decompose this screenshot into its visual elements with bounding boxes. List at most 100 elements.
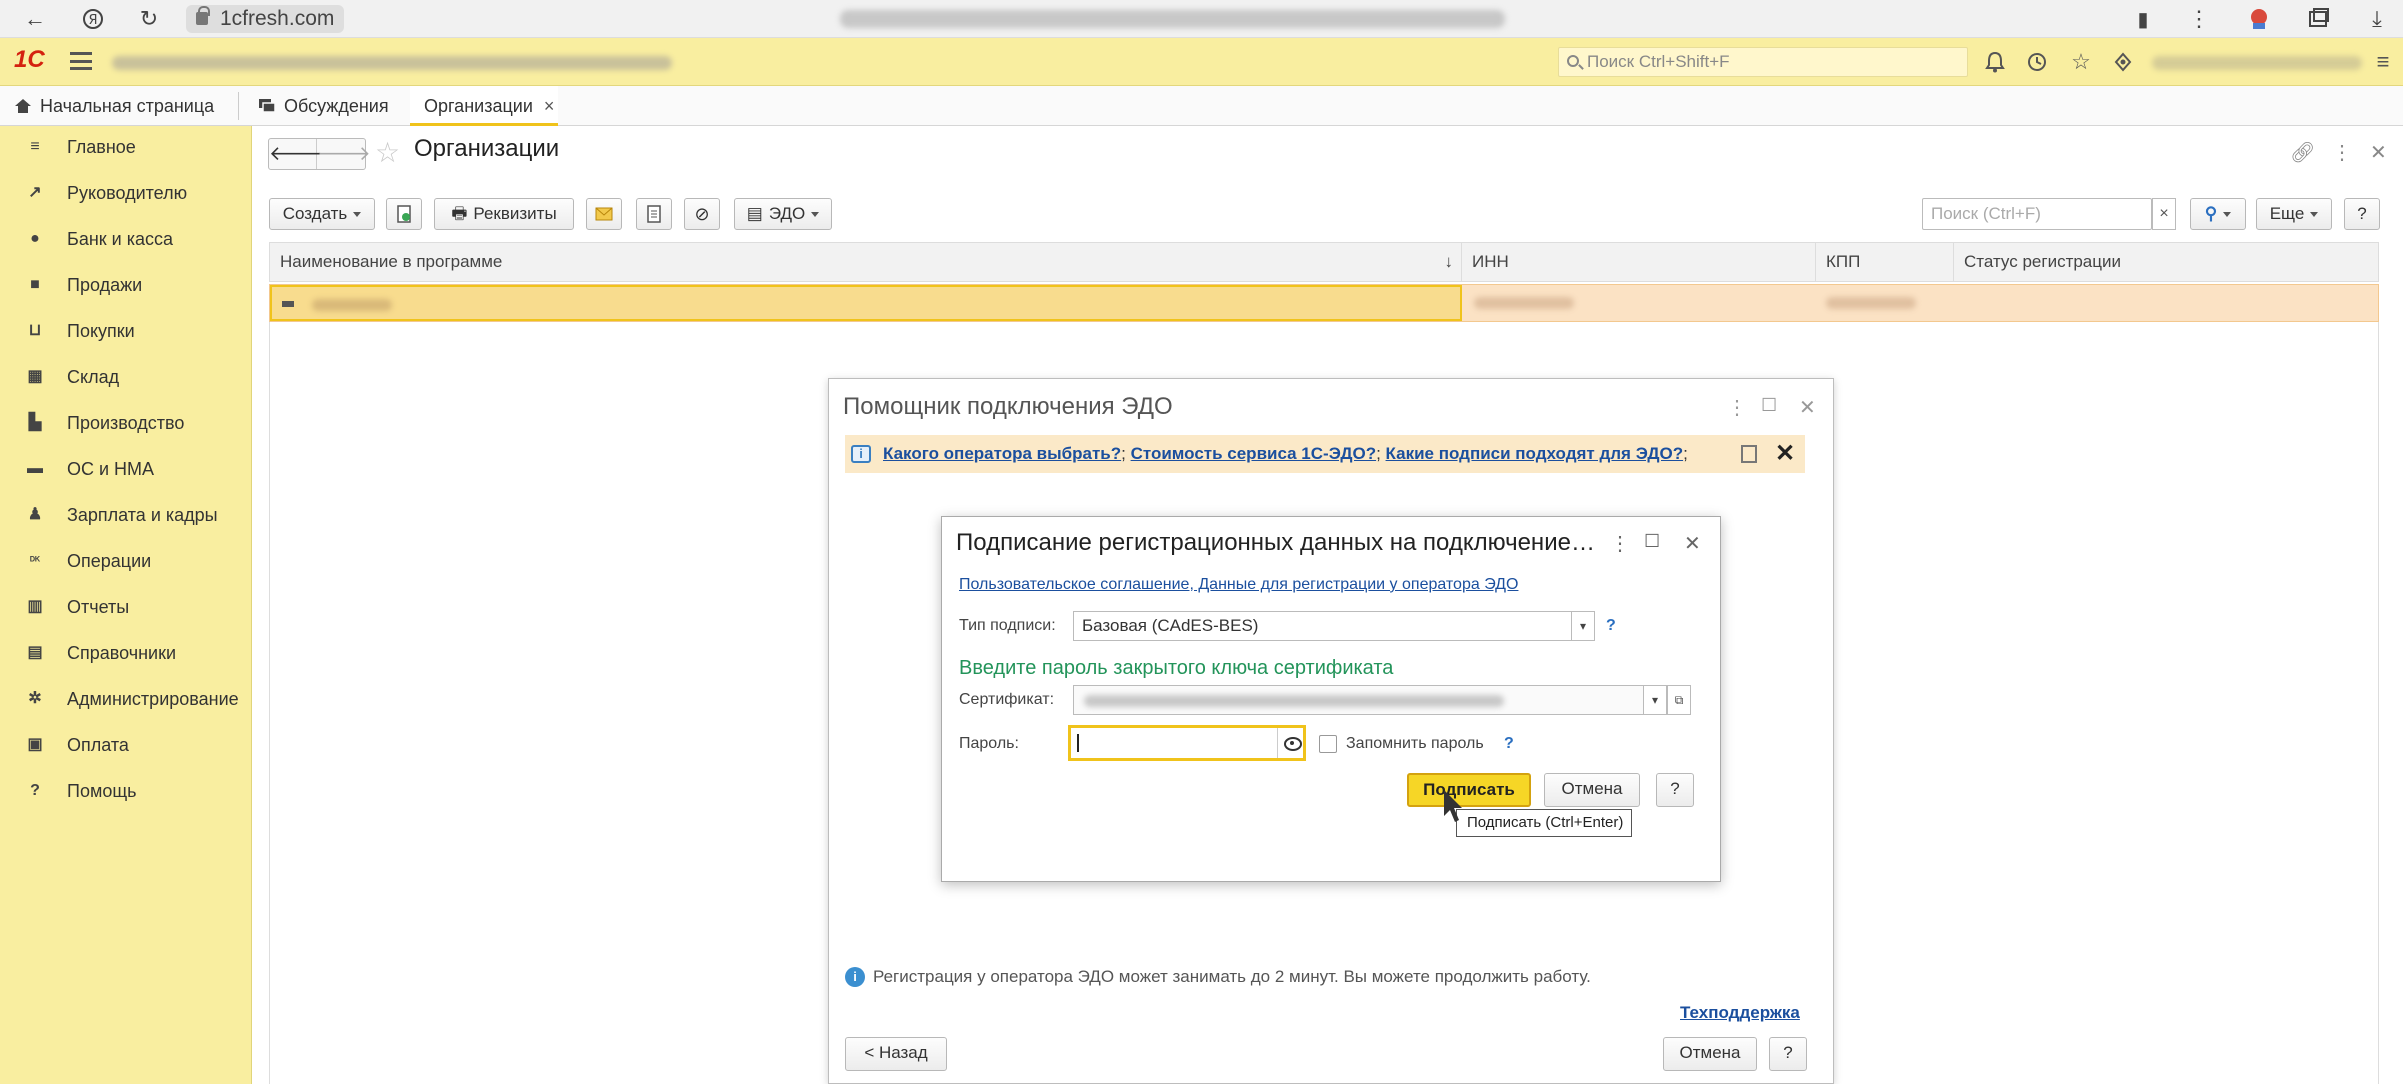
sidebar-item-manager[interactable]: ↗ Руководителю xyxy=(0,172,252,214)
copy-button[interactable] xyxy=(386,198,422,230)
edo-button[interactable]: ▤ ЭДО xyxy=(734,198,832,230)
link-icon[interactable]: 🔗︎ xyxy=(2290,140,2315,165)
more-actions-icon[interactable]: ⋮ xyxy=(2332,140,2352,165)
remember-password-label[interactable]: Запомнить пароль xyxy=(1346,735,1484,753)
dialog-help-button[interactable]: ? xyxy=(1656,773,1694,807)
table-row[interactable] xyxy=(269,284,2379,322)
address-bar[interactable]: 1cfresh.com xyxy=(186,5,345,33)
document-icon[interactable] xyxy=(1741,445,1757,463)
dialog-maximize-icon[interactable]: ☐ xyxy=(1644,531,1660,552)
back-arrow-icon[interactable]: ← xyxy=(20,4,50,34)
sidebar-item-help[interactable]: ? Помощь xyxy=(0,770,252,812)
tab-groups-icon[interactable] xyxy=(2304,4,2334,34)
sign-button[interactable]: Подписать xyxy=(1407,773,1531,807)
reload-icon[interactable]: ↻ xyxy=(134,4,164,34)
sidebar-item-label: Операции xyxy=(67,551,152,571)
info-close-icon[interactable]: ✕ xyxy=(1775,439,1795,468)
global-search-input[interactable]: Поиск Ctrl+Shift+F xyxy=(1558,47,1968,77)
back-button[interactable]: < Назад xyxy=(845,1037,947,1071)
search-clear-button[interactable]: × xyxy=(2152,198,2176,230)
tab-close-icon[interactable]: × xyxy=(544,96,555,116)
link-service-cost[interactable]: Стоимость сервиса 1С-ЭДО? xyxy=(1131,444,1377,463)
report-button[interactable] xyxy=(636,198,672,230)
signature-type-dropdown-icon[interactable]: ▾ xyxy=(1571,611,1595,641)
tab-organizations[interactable]: Организации × xyxy=(410,86,558,126)
hamburger-menu-icon[interactable]: ≡ xyxy=(2370,49,2396,75)
nav-back-icon[interactable]: 🡐 xyxy=(269,139,323,169)
sidebar-item-reports[interactable]: ▥ Отчеты xyxy=(0,586,252,628)
favorite-star-icon[interactable]: ☆ xyxy=(375,136,400,169)
column-header-inn[interactable]: ИНН xyxy=(1462,243,1816,281)
sidebar-item-payment[interactable]: ▣ Оплата xyxy=(0,724,252,766)
sidebar-item-warehouse[interactable]: ▦ Склад xyxy=(0,356,252,398)
link-which-operator[interactable]: Какого оператора выбрать? xyxy=(883,444,1121,463)
column-header-status[interactable]: Статус регистрации xyxy=(1954,243,2378,281)
extension-icon[interactable] xyxy=(2244,4,2274,34)
wizard-maximize-icon[interactable]: ☐ xyxy=(1761,395,1777,416)
row-name-cell[interactable] xyxy=(270,285,1462,321)
history-icon[interactable] xyxy=(2024,49,2050,75)
dialog-menu-icon[interactable]: ⋮ xyxy=(1610,531,1630,556)
agreement-link[interactable]: Пользовательское соглашение, Данные для … xyxy=(959,576,1518,594)
show-password-eye-icon[interactable] xyxy=(1277,728,1305,758)
wizard-help-button[interactable]: ? xyxy=(1769,1037,1807,1071)
sidebar-item-admin[interactable]: ✲ Администрирование xyxy=(0,678,252,720)
help-button[interactable]: ? xyxy=(2344,198,2380,230)
close-form-icon[interactable]: ✕ xyxy=(2370,140,2387,165)
nav-forward-icon[interactable]: 🡒 xyxy=(317,139,371,169)
wizard-close-icon[interactable]: ✕ xyxy=(1799,395,1816,420)
requisites-button[interactable]: 🖶 Реквизиты xyxy=(434,198,574,230)
tab-discussions[interactable]: Обсуждения xyxy=(244,86,406,126)
dialog-cancel-button[interactable]: Отмена xyxy=(1544,773,1640,807)
bookmark-icon[interactable]: ▮ xyxy=(2128,4,2158,34)
certificate-dropdown-icon[interactable]: ▾ xyxy=(1643,685,1667,715)
help-label: ? xyxy=(2357,204,2367,223)
nav-buttons: 🡐 🡒 xyxy=(268,138,371,170)
sidebar-item-operations[interactable]: ᴰᴷ Операции xyxy=(0,540,252,582)
more-button[interactable]: Еще xyxy=(2256,198,2332,230)
document-add-icon xyxy=(397,205,411,223)
sidebar-item-salary[interactable]: ♟ Зарплата и кадры xyxy=(0,494,252,536)
kebab-menu-icon[interactable]: ⋮ xyxy=(2184,4,2214,34)
sidebar-item-purchases[interactable]: ⊔ Покупки xyxy=(0,310,252,352)
download-icon[interactable]: ⤓ xyxy=(2362,4,2392,34)
sidebar-item-sales[interactable]: ■ Продажи xyxy=(0,264,252,306)
settings-icon[interactable] xyxy=(2110,49,2136,75)
sort-down-icon: ↓ xyxy=(1444,252,1454,271)
sidebar-item-production[interactable]: ▙ Производство xyxy=(0,402,252,444)
support-link[interactable]: Техподдержка xyxy=(1680,1003,1800,1023)
sidebar-item-catalogs[interactable]: ▤ Справочники xyxy=(0,632,252,674)
remember-help-icon[interactable]: ? xyxy=(1504,735,1514,753)
bag-icon: ■ xyxy=(30,276,40,293)
search-options-button[interactable]: ⚲ xyxy=(2190,198,2246,230)
yandex-icon[interactable]: Я xyxy=(78,4,108,34)
password-input[interactable] xyxy=(1068,725,1306,761)
attach-button[interactable]: ⊘ xyxy=(684,198,720,230)
email-button[interactable] xyxy=(586,198,622,230)
coin-icon: ● xyxy=(30,230,40,247)
wizard-menu-icon[interactable]: ⋮ xyxy=(1727,395,1747,420)
create-button[interactable]: Создать xyxy=(269,198,375,230)
list-search-placeholder: Поиск (Ctrl+F) xyxy=(1931,204,2041,223)
open-certificate-icon[interactable]: ⧉ xyxy=(1667,685,1691,715)
sidebar-item-label: Продажи xyxy=(67,275,143,295)
list-search-input[interactable]: Поиск (Ctrl+F) xyxy=(1922,198,2152,230)
favorites-star-icon[interactable]: ☆ xyxy=(2068,49,2094,75)
column-kpp-label: КПП xyxy=(1826,252,1861,271)
bell-icon[interactable] xyxy=(1982,49,2008,75)
column-header-name[interactable]: Наименование в программе ↓ xyxy=(270,243,1462,281)
wizard-cancel-button[interactable]: Отмена xyxy=(1663,1037,1757,1071)
sidebar-item-bank[interactable]: ● Банк и касса xyxy=(0,218,252,260)
tab-home[interactable]: Начальная страница xyxy=(0,86,230,126)
remember-password-checkbox[interactable] xyxy=(1319,735,1337,753)
sidebar-item-assets[interactable]: ▬ ОС и НМА xyxy=(0,448,252,490)
column-header-kpp[interactable]: КПП xyxy=(1816,243,1954,281)
signature-type-select[interactable]: Базовая (CAdES-BES) xyxy=(1073,611,1573,641)
link-which-signatures[interactable]: Какие подписи подходят для ЭДО? xyxy=(1386,444,1684,463)
dialog-close-icon[interactable]: ✕ xyxy=(1684,531,1701,556)
main-menu-icon[interactable] xyxy=(70,52,92,70)
sidebar-item-main[interactable]: ≡ Главное xyxy=(0,126,252,168)
certificate-select[interactable] xyxy=(1073,685,1645,715)
column-name-label: Наименование в программе xyxy=(280,252,503,271)
signature-type-help-icon[interactable]: ? xyxy=(1606,617,1616,635)
